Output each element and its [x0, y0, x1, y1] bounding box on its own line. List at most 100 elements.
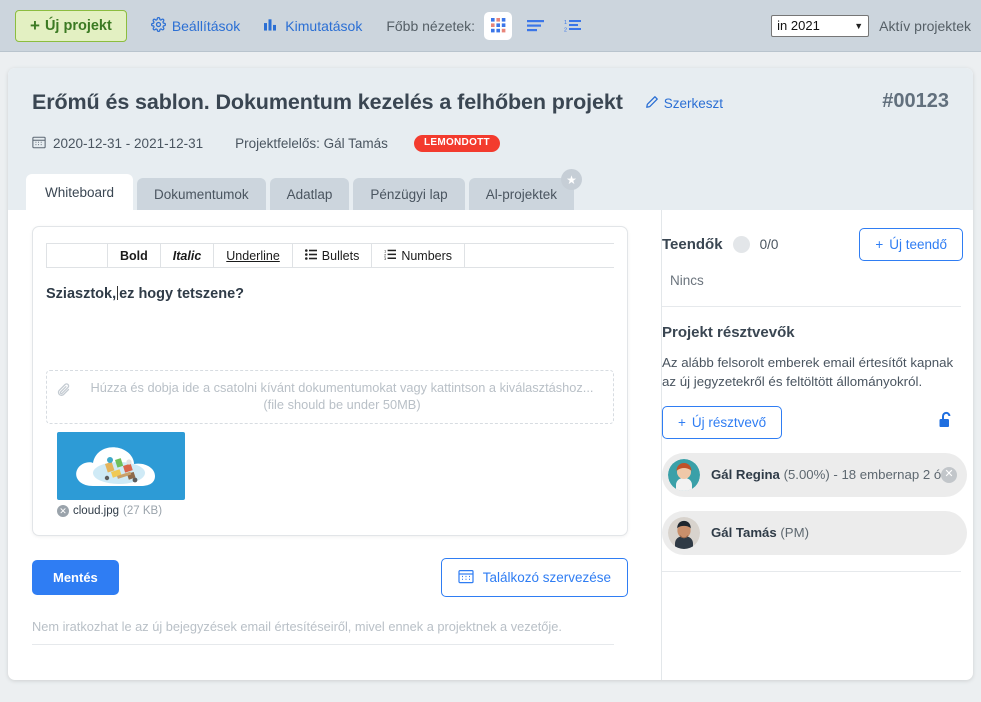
date-range-label: 2020-12-31 - 2021-12-31 [53, 136, 204, 151]
todos-empty-text: Nincs [670, 273, 704, 288]
participants-title: Projekt résztvevők [662, 324, 795, 341]
list-view-icon[interactable] [521, 12, 549, 40]
tab-label: Al-projektek [485, 187, 557, 202]
sidebar-column: Teendők 0/0 + Új teendő Nincs Projekt ré… [638, 210, 973, 680]
numbers-label: Numbers [401, 248, 453, 263]
participants-action-row: + Új résztvevő [662, 405, 967, 439]
bullets-label: Bullets [321, 248, 360, 263]
numbers-button[interactable]: 1 2 3 Numbers [372, 244, 466, 267]
numbered-list-view-icon[interactable]: 1 2 [558, 12, 586, 40]
avatar [668, 458, 700, 491]
project-header: Erőmű és sablon. Dokumentum kezelés a fe… [8, 68, 973, 210]
tab-label: Whiteboard [45, 185, 115, 200]
remove-participant-icon[interactable]: ✕ [941, 466, 957, 483]
editor-format-blank-cell [46, 244, 108, 267]
bullet-list-icon [304, 248, 317, 263]
participant-row[interactable]: Gál Regina (5.00%) - 18 embernap 2 ó... … [662, 452, 967, 497]
cloud-illustration [76, 447, 155, 486]
attachment-item: ✕ cloud.jpg (27 KB) [57, 432, 185, 517]
reports-link[interactable]: Kimutatások [264, 17, 362, 34]
attachment-thumbnail[interactable] [57, 432, 185, 500]
whiteboard-editor-panel: Bold Italic Underline Bullets 1 2 3 Numb… [32, 226, 628, 536]
dropzone-secondary-text: (file should be under 50MB) [263, 397, 421, 412]
main-views-label: Főbb nézetek: [386, 17, 476, 34]
editor-content-area[interactable]: Sziasztok, ez hogy tetszene? [33, 268, 627, 364]
numbered-list-icon: 1 2 3 [384, 248, 397, 263]
calendar-icon [458, 568, 474, 587]
page-title: Erőmű és sablon. Dokumentum kezelés a fe… [32, 90, 623, 114]
toolbar-right-group: in 2021 ▼ Aktív projektek [771, 14, 973, 37]
editor-toolbar: Bold Italic Underline Bullets 1 2 3 Numb… [46, 243, 614, 268]
active-projects-label: Aktív projektek [879, 17, 971, 34]
star-icon: ★ [560, 169, 582, 190]
edit-project-link[interactable]: Szerkeszt [645, 95, 723, 112]
project-id: #00123 [882, 90, 949, 112]
editor-action-row: Mentés Találkozó szervezése [32, 558, 628, 597]
new-todo-button[interactable]: + Új teendő [859, 228, 963, 261]
year-filter-wrap: in 2021 ▼ [771, 14, 870, 37]
file-dropzone[interactable]: Húzza és dobja ide a csatolni kívánt dok… [46, 370, 614, 424]
underline-button[interactable]: Underline [214, 244, 293, 267]
bold-button[interactable]: Bold [108, 244, 161, 267]
tab-dokumentumok[interactable]: Dokumentumok [137, 178, 266, 210]
todos-header: Teendők 0/0 + Új teendő [662, 228, 967, 261]
participant-name: Gál Tamás (PM) [711, 525, 809, 540]
attachment-filename-row: ✕ cloud.jpg (27 KB) [57, 505, 185, 517]
dropzone-texts: Húzza és dobja ide a csatolni kívánt dok… [81, 380, 603, 412]
new-project-label: Új projekt [44, 17, 112, 34]
plus-icon: + [30, 16, 40, 35]
svg-text:2: 2 [564, 27, 567, 33]
bold-label: Bold [120, 248, 148, 263]
participant-name: Gál Regina (5.00%) - 18 embernap 2 ó... [711, 467, 941, 482]
dropzone-primary-text: Húzza és dobja ide a csatolni kívánt dok… [90, 380, 594, 395]
plus-icon: + [678, 414, 686, 430]
editor-body-text: Sziasztok, ez hogy tetszene? [46, 286, 614, 302]
attachment-filesize: (27 KB) [123, 505, 163, 517]
edit-project-label: Szerkeszt [663, 96, 724, 111]
title-row: Erőmű és sablon. Dokumentum kezelés a fe… [32, 90, 949, 115]
avatar [668, 516, 700, 549]
view-switcher: 1 2 [484, 11, 586, 40]
settings-link[interactable]: Beállítások [150, 16, 241, 35]
new-participant-label: Új résztvevő [691, 414, 767, 430]
pencil-icon [645, 95, 659, 112]
organize-meeting-label: Találkozó szervezése [482, 570, 611, 585]
paperclip-icon [57, 382, 71, 402]
remove-attachment-icon[interactable]: ✕ [57, 505, 69, 517]
grid-view-icon[interactable] [484, 11, 513, 40]
editor-text-after: ez hogy tetszene? [119, 286, 244, 302]
organize-meeting-button[interactable]: Találkozó szervezése [440, 558, 628, 597]
save-button[interactable]: Mentés [32, 560, 119, 595]
tab-whiteboard[interactable]: Whiteboard [26, 174, 134, 210]
settings-label: Beállítások [171, 17, 241, 34]
participant-detail: (PM) [780, 525, 809, 541]
attachment-filename: cloud.jpg [73, 505, 120, 517]
new-project-button[interactable]: + Új projekt [15, 9, 127, 42]
reports-label: Kimutatások [285, 17, 363, 34]
editor-toolbar-filler [465, 244, 614, 267]
participant-fullname: Gál Regina [711, 467, 780, 483]
sidebar-divider-1 [662, 306, 961, 307]
tab-label: Adatlap [286, 187, 333, 202]
underline-label: Underline [226, 248, 280, 263]
year-filter-select[interactable]: in 2021 [771, 14, 870, 37]
project-body: Bold Italic Underline Bullets 1 2 3 Numb… [8, 210, 973, 680]
calendar-icon [32, 135, 46, 152]
tab-al-projektek[interactable]: Al-projektek ★ [468, 169, 582, 210]
project-page-card: Erőmű és sablon. Dokumentum kezelés a fe… [8, 68, 973, 680]
bullets-button[interactable]: Bullets [293, 244, 373, 267]
participants-description: Az alább felsorolt emberek email értesít… [662, 355, 954, 390]
tab-label: Dokumentumok [154, 187, 249, 202]
italic-button[interactable]: Italic [161, 244, 215, 267]
svg-text:3: 3 [384, 256, 387, 260]
column-divider [661, 210, 662, 680]
text-caret [117, 286, 119, 300]
tab-adatlap[interactable]: Adatlap [269, 178, 350, 210]
sidebar-divider-2 [662, 570, 961, 572]
bar-chart-icon [264, 17, 279, 34]
tab-label: Pénzügyi lap [370, 187, 448, 202]
new-participant-button[interactable]: + Új résztvevő [662, 405, 783, 439]
tab-penzugyi-lap[interactable]: Pénzügyi lap [353, 178, 465, 210]
participant-row[interactable]: Gál Tamás (PM) [662, 510, 967, 555]
unlock-icon[interactable] [938, 411, 955, 434]
